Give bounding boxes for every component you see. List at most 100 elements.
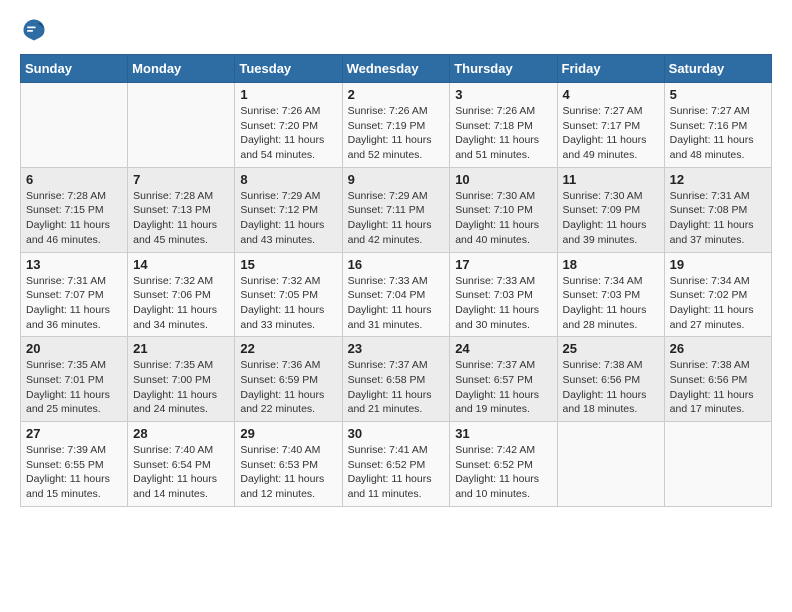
day-number: 3 <box>455 87 551 102</box>
calendar-cell: 22Sunrise: 7:36 AM Sunset: 6:59 PM Dayli… <box>235 337 342 422</box>
calendar-cell: 6Sunrise: 7:28 AM Sunset: 7:15 PM Daylig… <box>21 167 128 252</box>
day-info: Sunrise: 7:29 AM Sunset: 7:11 PM Dayligh… <box>348 189 445 248</box>
calendar-cell: 19 Sunrise: 7:34 AM Sunset: 7:02 PM Dayli… <box>664 252 771 337</box>
day-number: 5 <box>670 87 766 102</box>
day-number: 16 <box>348 257 445 272</box>
calendar-week-3: 13Sunrise: 7:31 AM Sunset: 7:07 PM Dayli… <box>21 252 772 337</box>
calendar-cell: 2Sunrise: 7:26 AM Sunset: 7:19 PM Daylig… <box>342 83 450 168</box>
day-info: Sunrise: 7:33 AM Sunset: 7:04 PM Dayligh… <box>348 274 445 333</box>
calendar-cell: 25Sunrise: 7:38 AM Sunset: 6:56 PM Dayli… <box>557 337 664 422</box>
calendar-cell: 31 Sunrise: 7:42 AM Sunset: 6:52 PM Dayli… <box>450 422 557 507</box>
calendar-cell: 15 Sunrise: 7:32 AM Sunset: 7:05 PM Dayli… <box>235 252 342 337</box>
day-number: 15 <box>240 257 336 272</box>
day-number: 26 <box>670 341 766 356</box>
day-info: Sunrise: 7:37 AM Sunset: 6:58 PM Dayligh… <box>348 358 445 417</box>
day-info: Sunrise: 7:26 AM Sunset: 7:18 PM Dayligh… <box>455 104 551 163</box>
header <box>20 16 772 44</box>
calendar-cell: 27Sunrise: 7:39 AM Sunset: 6:55 PM Dayli… <box>21 422 128 507</box>
calendar-cell: 16 Sunrise: 7:33 AM Sunset: 7:04 PM Dayli… <box>342 252 450 337</box>
calendar-cell: 17 Sunrise: 7:33 AM Sunset: 7:03 PM Dayli… <box>450 252 557 337</box>
day-number: 20 <box>26 341 122 356</box>
day-number: 11 <box>563 172 659 187</box>
calendar-cell: 5 Sunrise: 7:27 AM Sunset: 7:16 PM Daylig… <box>664 83 771 168</box>
calendar-week-5: 27Sunrise: 7:39 AM Sunset: 6:55 PM Dayli… <box>21 422 772 507</box>
calendar-header-thursday: Thursday <box>450 55 557 83</box>
calendar-cell: 12 Sunrise: 7:31 AM Sunset: 7:08 PM Dayli… <box>664 167 771 252</box>
day-number: 4 <box>563 87 659 102</box>
day-number: 14 <box>133 257 229 272</box>
calendar-week-1: 1 Sunrise: 7:26 AM Sunset: 7:20 PM Daylig… <box>21 83 772 168</box>
day-number: 10 <box>455 172 551 187</box>
calendar-header-row: SundayMondayTuesdayWednesdayThursdayFrid… <box>21 55 772 83</box>
day-number: 30 <box>348 426 445 441</box>
day-info: Sunrise: 7:40 AM Sunset: 6:54 PM Dayligh… <box>133 443 229 502</box>
day-info: Sunrise: 7:31 AM Sunset: 7:08 PM Dayligh… <box>670 189 766 248</box>
day-number: 8 <box>240 172 336 187</box>
day-info: Sunrise: 7:33 AM Sunset: 7:03 PM Dayligh… <box>455 274 551 333</box>
day-number: 29 <box>240 426 336 441</box>
day-number: 18 <box>563 257 659 272</box>
day-info: Sunrise: 7:34 AM Sunset: 7:03 PM Dayligh… <box>563 274 659 333</box>
day-number: 21 <box>133 341 229 356</box>
day-info: Sunrise: 7:34 AM Sunset: 7:02 PM Dayligh… <box>670 274 766 333</box>
day-number: 7 <box>133 172 229 187</box>
day-info: Sunrise: 7:35 AM Sunset: 7:01 PM Dayligh… <box>26 358 122 417</box>
day-info: Sunrise: 7:29 AM Sunset: 7:12 PM Dayligh… <box>240 189 336 248</box>
day-info: Sunrise: 7:32 AM Sunset: 7:05 PM Dayligh… <box>240 274 336 333</box>
day-number: 12 <box>670 172 766 187</box>
day-info: Sunrise: 7:37 AM Sunset: 6:57 PM Dayligh… <box>455 358 551 417</box>
calendar-cell <box>128 83 235 168</box>
calendar-cell: 9 Sunrise: 7:29 AM Sunset: 7:11 PM Daylig… <box>342 167 450 252</box>
calendar-week-2: 6Sunrise: 7:28 AM Sunset: 7:15 PM Daylig… <box>21 167 772 252</box>
day-info: Sunrise: 7:30 AM Sunset: 7:09 PM Dayligh… <box>563 189 659 248</box>
day-info: Sunrise: 7:38 AM Sunset: 6:56 PM Dayligh… <box>670 358 766 417</box>
day-number: 2 <box>348 87 445 102</box>
day-number: 19 <box>670 257 766 272</box>
calendar-cell: 8 Sunrise: 7:29 AM Sunset: 7:12 PM Daylig… <box>235 167 342 252</box>
day-number: 28 <box>133 426 229 441</box>
day-number: 9 <box>348 172 445 187</box>
calendar-cell: 29 Sunrise: 7:40 AM Sunset: 6:53 PM Dayli… <box>235 422 342 507</box>
calendar-header-tuesday: Tuesday <box>235 55 342 83</box>
day-info: Sunrise: 7:40 AM Sunset: 6:53 PM Dayligh… <box>240 443 336 502</box>
logo <box>20 16 52 44</box>
calendar-cell: 20 Sunrise: 7:35 AM Sunset: 7:01 PM Dayli… <box>21 337 128 422</box>
calendar-cell <box>557 422 664 507</box>
day-number: 6 <box>26 172 122 187</box>
day-info: Sunrise: 7:42 AM Sunset: 6:52 PM Dayligh… <box>455 443 551 502</box>
calendar-cell: 24 Sunrise: 7:37 AM Sunset: 6:57 PM Dayli… <box>450 337 557 422</box>
day-info: Sunrise: 7:35 AM Sunset: 7:00 PM Dayligh… <box>133 358 229 417</box>
day-number: 13 <box>26 257 122 272</box>
day-info: Sunrise: 7:30 AM Sunset: 7:10 PM Dayligh… <box>455 189 551 248</box>
day-number: 24 <box>455 341 551 356</box>
day-info: Sunrise: 7:28 AM Sunset: 7:13 PM Dayligh… <box>133 189 229 248</box>
logo-icon <box>20 16 48 44</box>
calendar-cell: 26 Sunrise: 7:38 AM Sunset: 6:56 PM Dayli… <box>664 337 771 422</box>
calendar-cell <box>21 83 128 168</box>
calendar-header-sunday: Sunday <box>21 55 128 83</box>
calendar-cell: 13Sunrise: 7:31 AM Sunset: 7:07 PM Dayli… <box>21 252 128 337</box>
calendar-week-4: 20 Sunrise: 7:35 AM Sunset: 7:01 PM Dayli… <box>21 337 772 422</box>
day-number: 23 <box>348 341 445 356</box>
day-info: Sunrise: 7:27 AM Sunset: 7:16 PM Dayligh… <box>670 104 766 163</box>
calendar-cell: 14Sunrise: 7:32 AM Sunset: 7:06 PM Dayli… <box>128 252 235 337</box>
calendar-cell: 10 Sunrise: 7:30 AM Sunset: 7:10 PM Dayli… <box>450 167 557 252</box>
day-info: Sunrise: 7:26 AM Sunset: 7:20 PM Dayligh… <box>240 104 336 163</box>
day-info: Sunrise: 7:41 AM Sunset: 6:52 PM Dayligh… <box>348 443 445 502</box>
calendar-cell <box>664 422 771 507</box>
calendar-cell: 28 Sunrise: 7:40 AM Sunset: 6:54 PM Dayli… <box>128 422 235 507</box>
day-info: Sunrise: 7:27 AM Sunset: 7:17 PM Dayligh… <box>563 104 659 163</box>
calendar-cell: 18 Sunrise: 7:34 AM Sunset: 7:03 PM Dayli… <box>557 252 664 337</box>
day-number: 1 <box>240 87 336 102</box>
calendar-cell: 3 Sunrise: 7:26 AM Sunset: 7:18 PM Daylig… <box>450 83 557 168</box>
calendar-cell: 1 Sunrise: 7:26 AM Sunset: 7:20 PM Daylig… <box>235 83 342 168</box>
calendar-cell: 11 Sunrise: 7:30 AM Sunset: 7:09 PM Dayli… <box>557 167 664 252</box>
calendar-cell: 4 Sunrise: 7:27 AM Sunset: 7:17 PM Daylig… <box>557 83 664 168</box>
day-number: 31 <box>455 426 551 441</box>
calendar-header-saturday: Saturday <box>664 55 771 83</box>
calendar-header-wednesday: Wednesday <box>342 55 450 83</box>
calendar-cell: 21 Sunrise: 7:35 AM Sunset: 7:00 PM Dayli… <box>128 337 235 422</box>
day-number: 25 <box>563 341 659 356</box>
day-number: 17 <box>455 257 551 272</box>
calendar-cell: 23 Sunrise: 7:37 AM Sunset: 6:58 PM Dayli… <box>342 337 450 422</box>
